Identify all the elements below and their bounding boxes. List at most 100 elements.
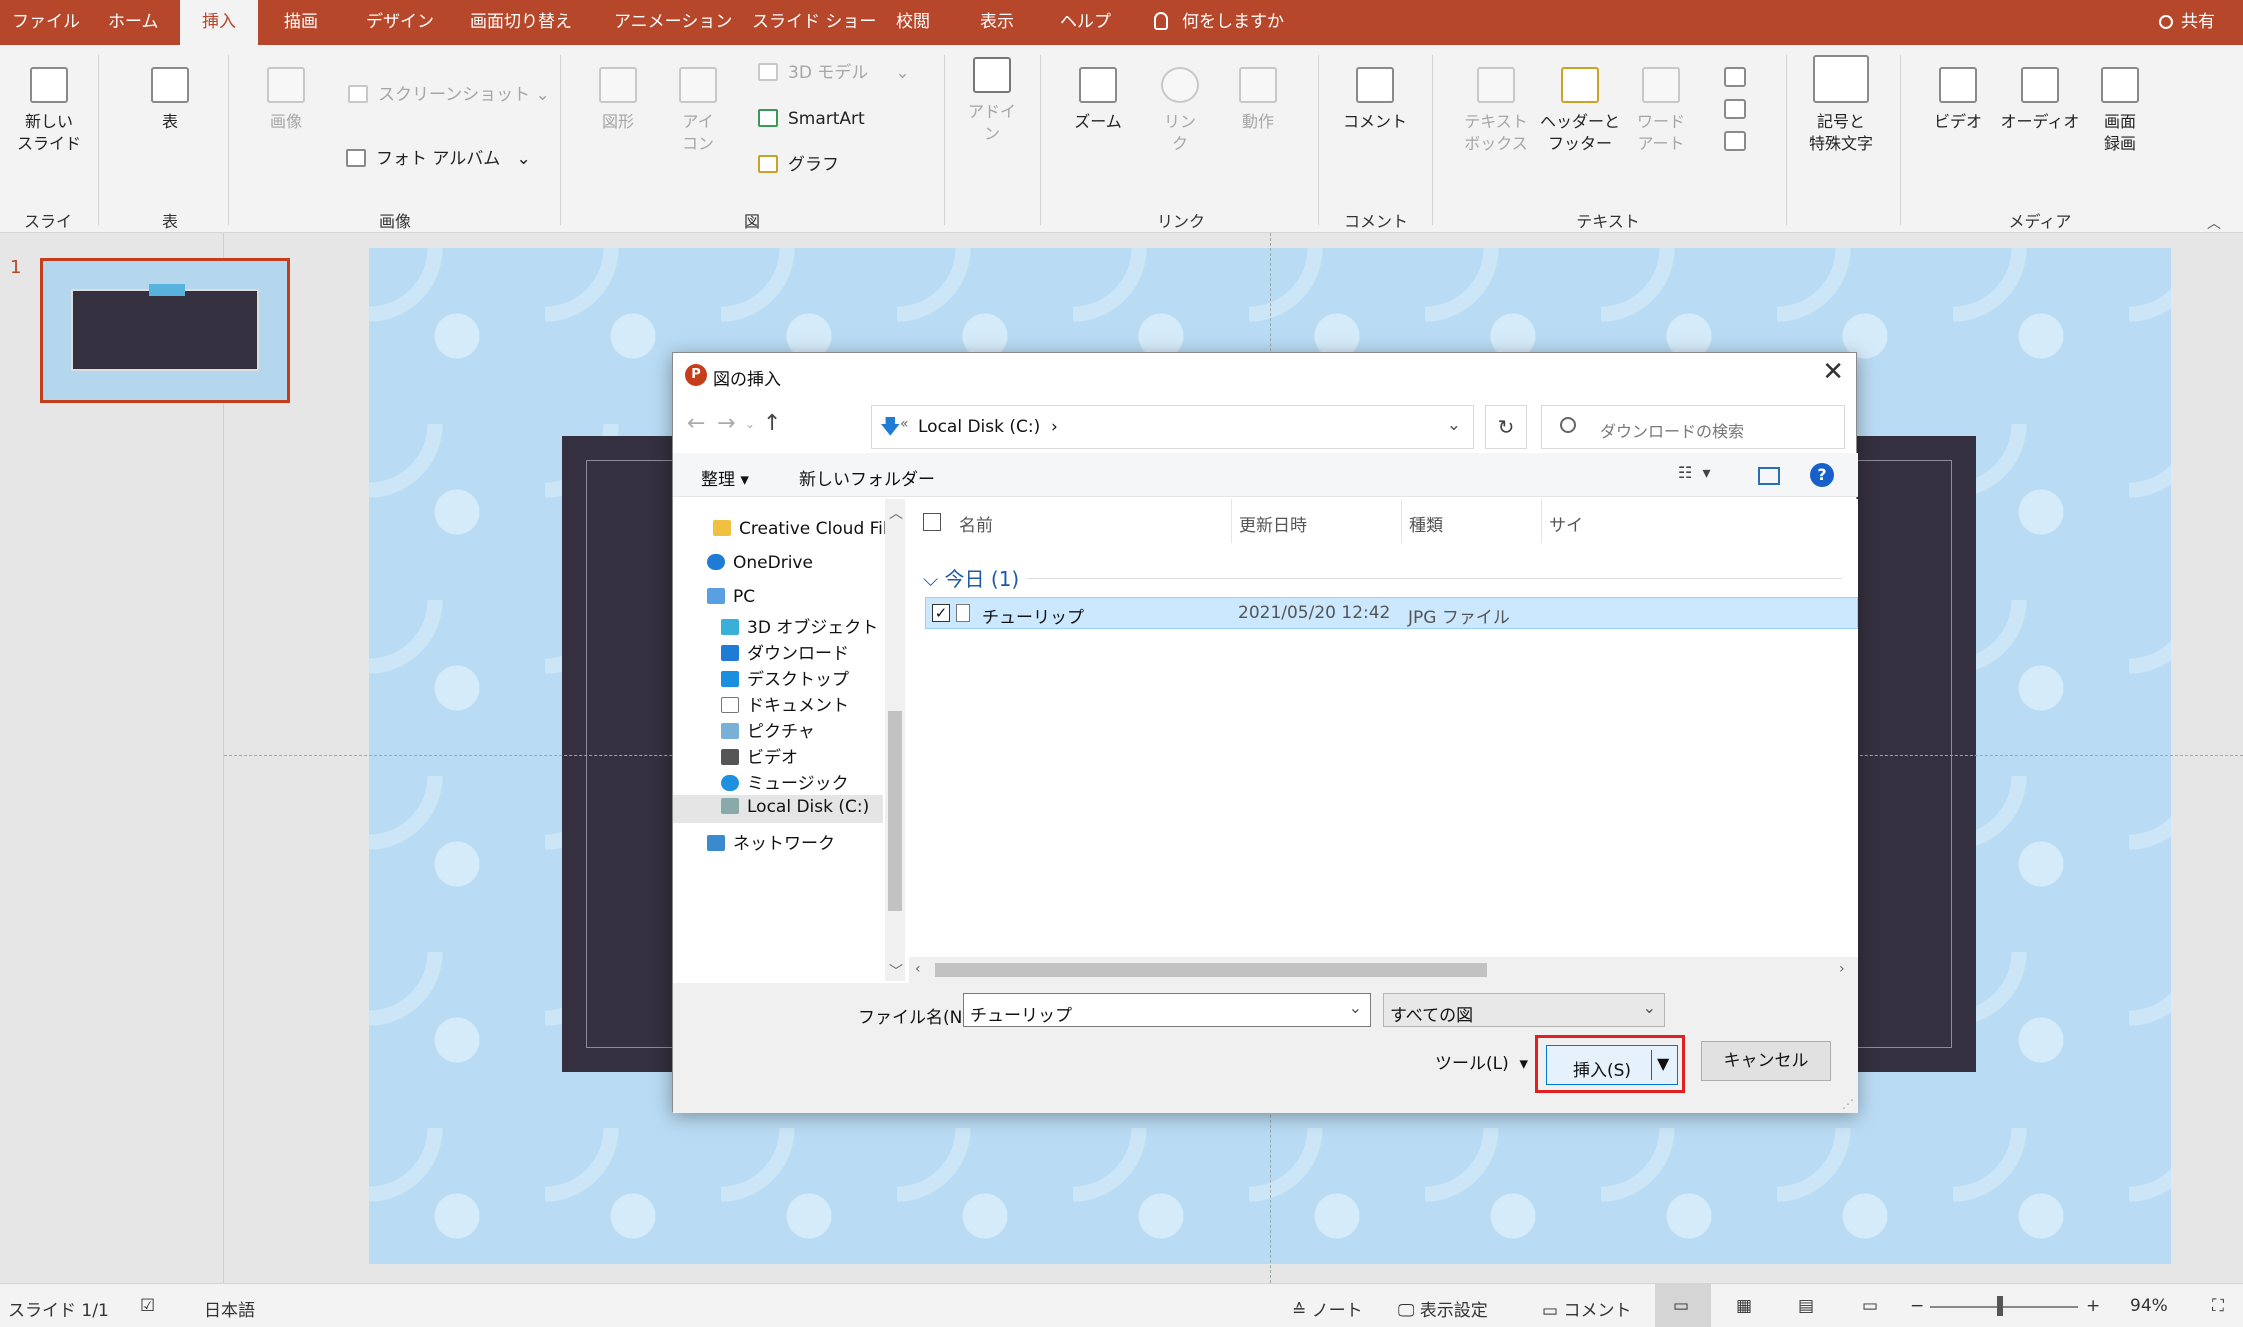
file-checkbox[interactable]: ✓ [932,604,950,622]
column-type[interactable]: 種類 [1409,511,1443,536]
reading-view-icon[interactable]: ▤ [1798,1296,1814,1316]
column-size[interactable]: サイ [1549,511,1583,536]
shapes-button[interactable]: 図形 [588,67,648,133]
insert-button[interactable]: 挿入(S) ▼ [1546,1045,1678,1085]
tree-item-music[interactable]: ミュージック [721,769,849,794]
up-icon[interactable]: ↑ [763,411,781,436]
chevron-down-icon[interactable]: ⌄ [1349,998,1362,1017]
hscroll-thumb[interactable] [935,963,1487,977]
textbox-button[interactable]: テキスト ボックス [1456,67,1536,155]
address-bar[interactable]: 🡇 « Local Disk (C:) › ⌄ [871,405,1474,449]
address-dropdown-icon[interactable]: ⌄ [1447,415,1461,435]
tree-item-local-disk[interactable]: Local Disk (C:) [673,795,883,823]
file-list-hscrollbar[interactable]: ‹ › [909,957,1858,983]
tab-view[interactable]: 表示 [980,0,1014,45]
slide-thumbnail[interactable] [40,258,290,403]
tree-item-desktop[interactable]: デスクトップ [721,665,849,690]
wordart-button[interactable]: ワード アート [1626,67,1696,155]
collapse-ribbon-button[interactable]: ︿ [2207,213,2221,233]
slideshow-view-icon[interactable]: ▭ [1862,1296,1878,1316]
slide-sorter-icon[interactable]: ▦ [1736,1296,1752,1316]
scroll-left-icon[interactable]: ‹ [915,961,921,977]
tab-slideshow[interactable]: スライド ショー [752,0,876,45]
link-button[interactable]: リン ク [1150,67,1210,155]
scroll-down-icon[interactable]: ﹀ [889,961,903,981]
normal-view-button[interactable]: ▭ [1655,1284,1711,1327]
audio-button[interactable]: オーディオ [2000,67,2080,133]
search-box[interactable]: ダウンロードの検索 [1541,405,1845,449]
tell-me-search[interactable]: 何をしますか [1154,0,1284,45]
symbol-button[interactable]: 記号と 特殊文字 [1796,55,1886,155]
tree-scroll-thumb[interactable] [888,711,902,911]
tree-item-pc[interactable]: PC [707,587,755,607]
video-button[interactable]: ビデオ [1928,67,1988,133]
text-small-tools[interactable] [1720,67,1750,159]
refresh-button[interactable]: ↻ [1485,405,1527,449]
tab-transitions[interactable]: 画面切り替え [470,0,572,45]
tab-design[interactable]: デザイン [366,0,434,45]
photo-album-button[interactable]: フォト アルバム ⌄ [346,147,531,171]
comments-button[interactable]: ▭ コメント [1542,1296,1631,1321]
new-folder-button[interactable]: 新しいフォルダー [799,465,935,490]
preview-pane-icon[interactable] [1758,467,1780,485]
select-all-checkbox[interactable] [923,513,941,531]
tools-button[interactable]: ツール(L) ▾ [1435,1049,1528,1074]
organize-button[interactable]: 整理 ▾ [701,465,749,490]
tree-scrollbar[interactable]: ︿ ﹀ [885,499,905,981]
insert-dropdown-icon[interactable]: ▼ [1657,1054,1669,1073]
screenshot-button[interactable]: スクリーンショット ⌄ [348,83,550,107]
tree-item-creative-cloud[interactable]: Creative Cloud File [713,519,898,539]
forward-icon[interactable]: → [717,411,735,436]
scroll-right-icon[interactable]: › [1839,961,1845,977]
cancel-button[interactable]: キャンセル [1701,1041,1831,1081]
tab-review[interactable]: 校閲 [896,0,930,45]
notes-button[interactable]: ≙ ノート [1292,1296,1363,1321]
tree-item-pictures[interactable]: ピクチャ [721,717,815,742]
tree-item-onedrive[interactable]: OneDrive [707,553,813,573]
new-slide-button[interactable]: 新しい スライド [14,67,84,155]
header-footer-button[interactable]: ヘッダーと フッター [1540,67,1620,155]
group-header-today[interactable]: ⌵ 今日 (1) [923,563,1019,592]
display-settings-button[interactable]: 🖵 表示設定 [1398,1296,1488,1321]
language-indicator[interactable]: 日本語 [204,1296,255,1321]
zoom-slider-thumb[interactable] [1997,1296,2003,1316]
help-icon[interactable]: ? [1810,463,1834,487]
accessibility-icon[interactable]: ☑ [140,1296,155,1316]
tab-help[interactable]: ヘルプ [1060,0,1111,45]
tab-home[interactable]: ホーム [108,0,159,45]
fit-slide-icon[interactable]: ⛶ [2212,1296,2224,1316]
screen-recording-button[interactable]: 画面 録画 [2090,67,2150,155]
tree-item-network[interactable]: ネットワーク [707,829,835,854]
column-modified[interactable]: 更新日時 [1239,511,1307,536]
zoom-slider[interactable] [1930,1306,2078,1308]
resize-grip-icon[interactable]: ⋰ [1842,1097,1854,1111]
action-button[interactable]: 動作 [1228,67,1288,133]
smartart-button[interactable]: SmartArt [758,107,865,131]
tab-animations[interactable]: アニメーション [614,0,732,45]
addins-button[interactable]: アドイ ン [962,57,1022,145]
scroll-up-icon[interactable]: ︿ [889,503,903,523]
view-options-icon[interactable]: ☷ ▾ [1678,463,1711,482]
filename-input[interactable]: チューリップ ⌄ [963,993,1371,1027]
tab-insert[interactable]: 挿入 [180,0,258,45]
tab-draw[interactable]: 描画 [284,0,318,45]
file-row[interactable]: ✓ チューリップ 2021/05/20 12:42 JPG ファイル [925,597,1858,629]
tree-item-downloads[interactable]: ダウンロード [721,639,849,664]
zoom-in-button[interactable]: + [2086,1296,2100,1316]
zoom-out-button[interactable]: − [1910,1296,1924,1316]
recent-dropdown-icon[interactable]: ⌄ [745,417,755,431]
file-type-filter[interactable]: すべての図 ⌄ [1383,993,1665,1027]
3d-model-button[interactable]: 3D モデル ⌄ [758,61,910,85]
zoom-button[interactable]: ズーム [1068,67,1128,133]
tree-item-3d-objects[interactable]: 3D オブジェクト [721,613,878,638]
close-button[interactable]: ✕ [1822,357,1844,387]
column-name[interactable]: 名前 [959,511,993,536]
tree-item-documents[interactable]: ドキュメント [721,691,849,716]
comment-button[interactable]: コメント [1340,67,1410,133]
zoom-level[interactable]: 94% [2130,1296,2168,1316]
back-icon[interactable]: ← [687,411,705,436]
icons-button[interactable]: アイ コン [668,67,728,155]
table-button[interactable]: 表 [140,67,200,133]
share-button[interactable]: 共有 [2159,0,2215,45]
image-button[interactable]: 画像 [256,67,316,133]
